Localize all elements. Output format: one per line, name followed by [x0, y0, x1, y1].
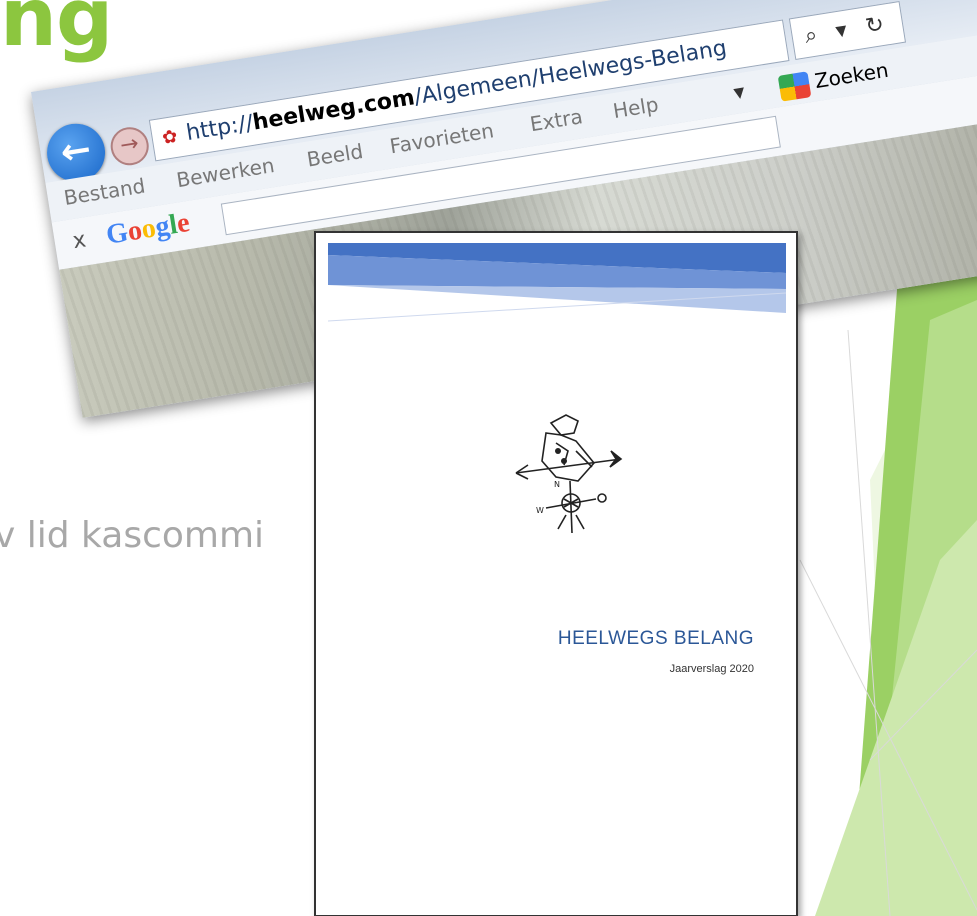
svg-text:N: N	[554, 480, 560, 489]
document-cover-page: N W HEELWEGS BELANG Jaarverslag 2020	[314, 231, 798, 916]
forward-arrow-icon[interactable]: →	[107, 124, 152, 168]
menu-bestand[interactable]: Bestand	[62, 173, 147, 210]
document-subtitle: Jaarverslag 2020	[669, 663, 754, 675]
weathervane-logo: N W	[515, 414, 623, 534]
menu-extra[interactable]: Extra	[528, 104, 584, 136]
slide-title: ng	[0, 0, 113, 64]
menu-bewerken[interactable]: Bewerken	[175, 153, 276, 192]
document-title: HEELWEGS BELANG	[557, 628, 754, 649]
menu-help[interactable]: Help	[611, 92, 660, 123]
site-favicon-icon: ✿	[160, 125, 179, 149]
zoeken-label: Zoeken	[813, 57, 891, 94]
close-icon[interactable]: x	[71, 227, 88, 254]
presentation-slide: ng v lid kascommi ← → ✿ http://heelweg.c…	[0, 0, 977, 916]
google-toolbar-icon	[777, 70, 812, 102]
chevron-down-icon[interactable]: ▼	[733, 84, 746, 101]
url-protocol: http://	[184, 110, 255, 147]
menu-beeld[interactable]: Beeld	[305, 139, 365, 172]
google-logo: Google	[104, 207, 192, 252]
svg-text:W: W	[536, 506, 544, 515]
document-header-banner	[327, 243, 787, 322]
slide-body-text: v lid kascommi	[0, 515, 265, 556]
